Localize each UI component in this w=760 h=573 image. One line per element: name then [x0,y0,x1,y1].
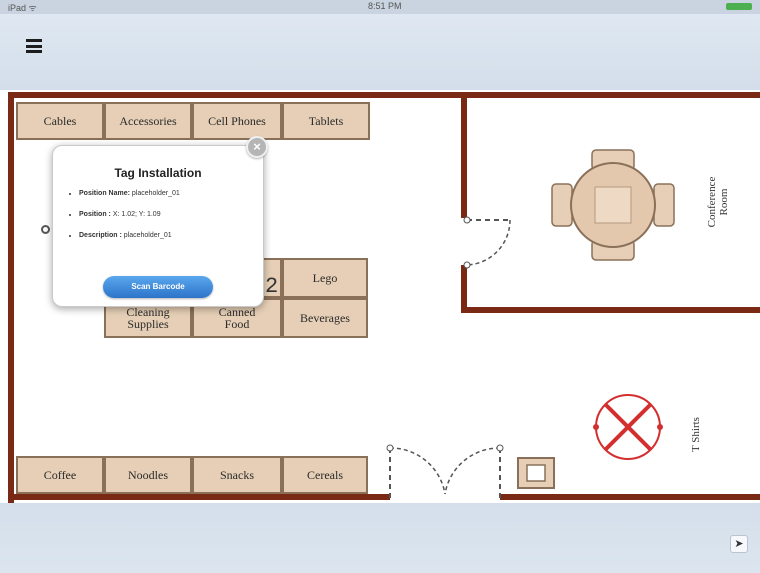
bottom-toolbar: ➤ [0,503,760,573]
position-name-label: Position Name: [79,190,130,197]
position-item: Position : X: 1.02; Y: 1.09 [79,211,265,218]
status-carrier: iPad ᯤ [8,3,37,13]
tag-installation-popup: Tag Installation Position Name: placehol… [52,145,264,307]
position-name-value: placeholder_01 [131,190,180,197]
hamburger-menu-icon[interactable] [26,39,42,53]
tag-details-list: Position Name: placeholder_01 Position :… [63,190,265,253]
position-value: X: 1.02; Y: 1.09 [112,211,161,218]
conference-table-icon [551,149,675,261]
close-icon[interactable]: × [246,136,268,158]
locate-me-icon[interactable]: ➤ [730,535,748,553]
description-value: placeholder_01 [123,232,172,239]
status-bar: iPad ᯤ 8:51 PM [0,0,760,14]
description-label: Description : [79,232,122,239]
display-stand-icon [517,457,555,489]
status-time: 8:51 PM [368,1,402,11]
no-entry-icon [593,394,663,460]
t-shirts-label: T Shirts [690,417,702,452]
scan-barcode-button[interactable]: Scan Barcode [103,276,213,298]
popup-title: Tag Installation [114,166,202,180]
battery-icon [726,3,752,10]
entrance-door-icon [386,444,504,500]
conference-room-label: Conference Room [706,176,730,228]
top-navbar [0,14,760,90]
description-item: Description : placeholder_01 [79,232,265,239]
position-label: Position : [79,211,111,218]
position-name-item: Position Name: placeholder_01 [79,190,265,197]
conference-door-icon [463,216,511,269]
tag-location-pin[interactable] [41,225,50,234]
